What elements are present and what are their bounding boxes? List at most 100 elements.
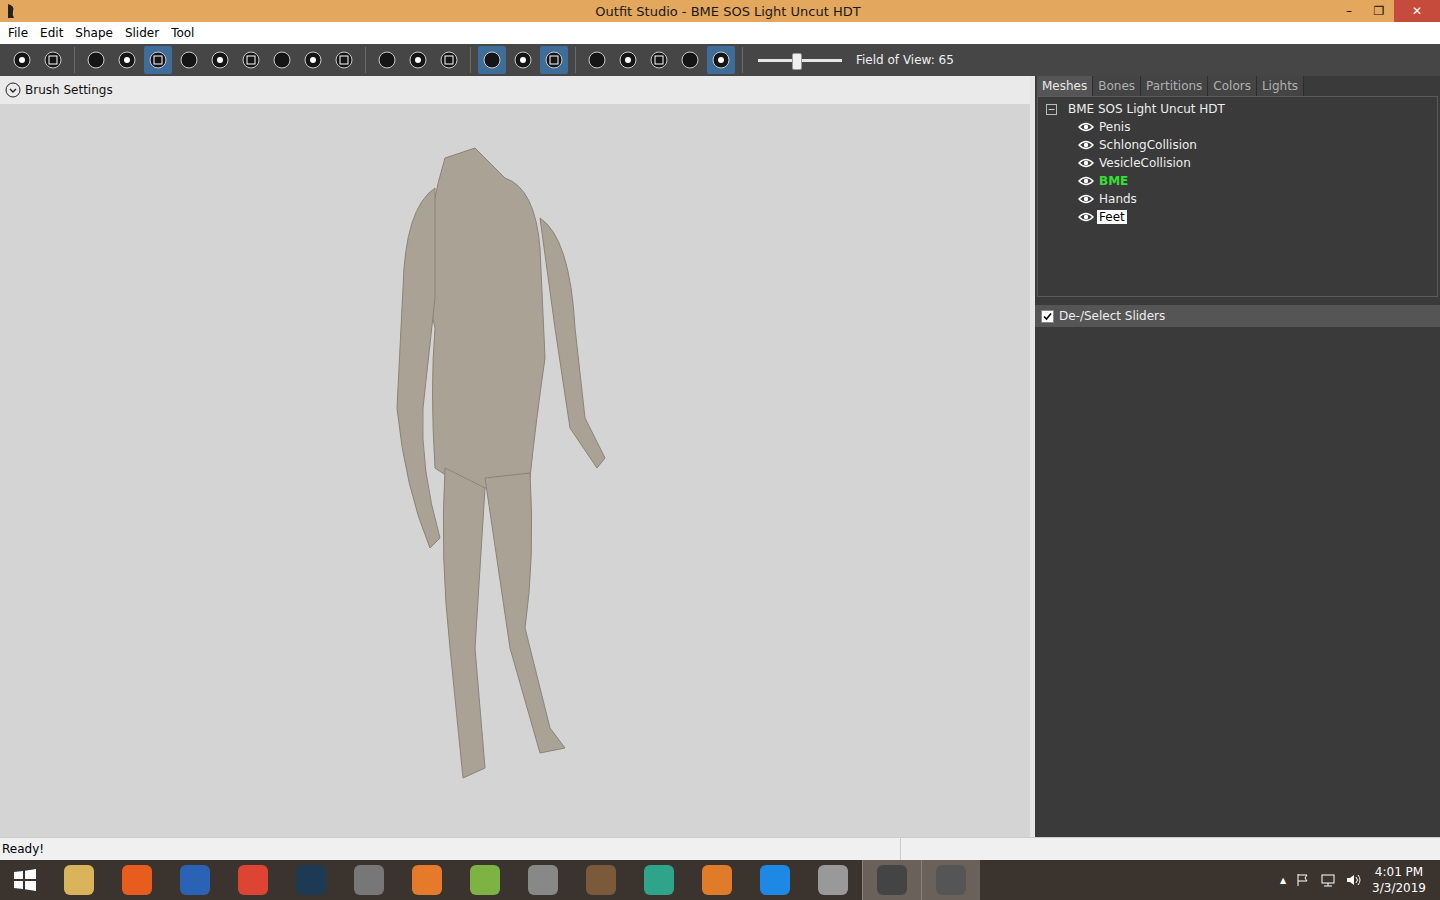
panel-tab[interactable]: Bones bbox=[1093, 76, 1141, 96]
tool-button[interactable] bbox=[509, 46, 537, 74]
window-control-button[interactable]: ❐ bbox=[1364, 0, 1394, 22]
tool-icon bbox=[409, 51, 427, 69]
tool-button[interactable] bbox=[540, 46, 568, 74]
mesh-item[interactable]: Penis bbox=[1038, 118, 1437, 136]
taskbar-app[interactable] bbox=[50, 860, 108, 900]
eye-icon[interactable] bbox=[1078, 194, 1094, 204]
panel-tab[interactable]: Meshes bbox=[1037, 76, 1093, 96]
tool-button[interactable] bbox=[435, 46, 463, 74]
tool-icon bbox=[440, 51, 458, 69]
start-button[interactable] bbox=[0, 868, 50, 892]
taskbar-app[interactable] bbox=[340, 860, 398, 900]
mesh-item[interactable]: VesicleCollision bbox=[1038, 154, 1437, 172]
tool-button[interactable] bbox=[373, 46, 401, 74]
network-icon[interactable] bbox=[1320, 873, 1336, 887]
taskbar-app[interactable] bbox=[688, 860, 746, 900]
taskbar-app[interactable] bbox=[398, 860, 456, 900]
fov-slider[interactable] bbox=[758, 59, 842, 62]
tool-icon bbox=[681, 51, 699, 69]
taskbar-app[interactable] bbox=[224, 860, 282, 900]
sliders-header[interactable]: De-/Select Sliders bbox=[1035, 305, 1440, 327]
tool-button[interactable] bbox=[39, 46, 67, 74]
tool-button[interactable] bbox=[614, 46, 642, 74]
select-sliders-checkbox[interactable] bbox=[1041, 310, 1054, 323]
tool-button[interactable] bbox=[645, 46, 673, 74]
tool-icon bbox=[118, 51, 136, 69]
mesh-item[interactable]: Hands bbox=[1038, 190, 1437, 208]
title-bar: Outfit Studio - BME SOS Light Uncut HDT–… bbox=[0, 0, 1440, 22]
menu-item[interactable]: Edit bbox=[34, 26, 69, 40]
app-icon bbox=[6, 3, 16, 19]
flag-icon[interactable] bbox=[1296, 873, 1310, 887]
app-icon bbox=[238, 865, 268, 895]
taskbar-app[interactable] bbox=[282, 860, 340, 900]
eye-icon[interactable] bbox=[1078, 176, 1094, 186]
system-tray: ▲ 4:01 PM3/3/2019 bbox=[1280, 864, 1440, 896]
tool-button[interactable] bbox=[330, 46, 358, 74]
mesh-item[interactable]: BME bbox=[1038, 172, 1437, 190]
tool-button[interactable] bbox=[82, 46, 110, 74]
menu-item[interactable]: Shape bbox=[69, 26, 119, 40]
tool-icon bbox=[304, 51, 322, 69]
eye-icon[interactable] bbox=[1078, 122, 1094, 132]
app-icon bbox=[760, 865, 790, 895]
brush-settings[interactable]: Brush Settings bbox=[0, 76, 1030, 104]
tool-button[interactable] bbox=[583, 46, 611, 74]
taskbar-app[interactable] bbox=[166, 860, 224, 900]
tool-icon bbox=[149, 51, 167, 69]
tool-icon bbox=[335, 51, 353, 69]
mesh-item[interactable]: Feet bbox=[1038, 208, 1437, 226]
tool-button[interactable] bbox=[237, 46, 265, 74]
tree-expander[interactable]: − bbox=[1046, 104, 1057, 115]
tool-icon bbox=[514, 51, 532, 69]
app-icon bbox=[64, 865, 94, 895]
volume-icon[interactable] bbox=[1346, 873, 1362, 887]
taskbar-app[interactable] bbox=[456, 860, 514, 900]
menu-item[interactable]: File bbox=[2, 26, 34, 40]
taskbar-app[interactable] bbox=[921, 860, 980, 900]
tool-button[interactable] bbox=[113, 46, 141, 74]
panel-tab[interactable]: Colors bbox=[1208, 76, 1257, 96]
taskbar-app[interactable] bbox=[746, 860, 804, 900]
taskbar-app[interactable] bbox=[514, 860, 572, 900]
tool-icon bbox=[712, 51, 730, 69]
menu-bar: FileEditShapeSliderTool bbox=[0, 22, 1440, 44]
mesh-item[interactable]: SchlongCollision bbox=[1038, 136, 1437, 154]
panel-tabs: MeshesBonesPartitionsColorsLights bbox=[1035, 76, 1440, 96]
tool-button[interactable] bbox=[8, 46, 36, 74]
window-control-button[interactable]: – bbox=[1334, 0, 1364, 22]
eye-icon[interactable] bbox=[1078, 140, 1094, 150]
tool-button[interactable] bbox=[404, 46, 432, 74]
tool-button[interactable] bbox=[268, 46, 296, 74]
app-icon bbox=[702, 865, 732, 895]
eye-icon[interactable] bbox=[1078, 158, 1094, 168]
tool-button[interactable] bbox=[676, 46, 704, 74]
window-control-button[interactable]: ✕ bbox=[1394, 0, 1440, 22]
clock[interactable]: 4:01 PM3/3/2019 bbox=[1372, 864, 1426, 896]
expand-icon[interactable] bbox=[5, 82, 21, 98]
eye-icon[interactable] bbox=[1078, 212, 1094, 222]
taskbar-app[interactable] bbox=[862, 860, 921, 900]
menu-item[interactable]: Tool bbox=[165, 26, 200, 40]
taskbar-app[interactable] bbox=[572, 860, 630, 900]
tool-button[interactable] bbox=[299, 46, 327, 74]
tool-icon bbox=[242, 51, 260, 69]
tool-button[interactable] bbox=[707, 46, 735, 74]
taskbar-app[interactable] bbox=[630, 860, 688, 900]
app-icon bbox=[818, 865, 848, 895]
panel-tab[interactable]: Lights bbox=[1257, 76, 1304, 96]
taskbar-app[interactable] bbox=[108, 860, 166, 900]
tool-button[interactable] bbox=[144, 46, 172, 74]
tool-icon bbox=[545, 51, 563, 69]
tool-button[interactable] bbox=[175, 46, 203, 74]
app-icon bbox=[528, 865, 558, 895]
3d-viewport[interactable] bbox=[0, 104, 1030, 837]
tool-icon bbox=[211, 51, 229, 69]
tree-root[interactable]: −BME SOS Light Uncut HDT bbox=[1038, 100, 1437, 118]
panel-tab[interactable]: Partitions bbox=[1141, 76, 1208, 96]
tool-button[interactable] bbox=[478, 46, 506, 74]
taskbar-app[interactable] bbox=[804, 860, 862, 900]
menu-item[interactable]: Slider bbox=[119, 26, 165, 40]
tool-button[interactable] bbox=[206, 46, 234, 74]
tray-expander[interactable]: ▲ bbox=[1280, 876, 1286, 885]
